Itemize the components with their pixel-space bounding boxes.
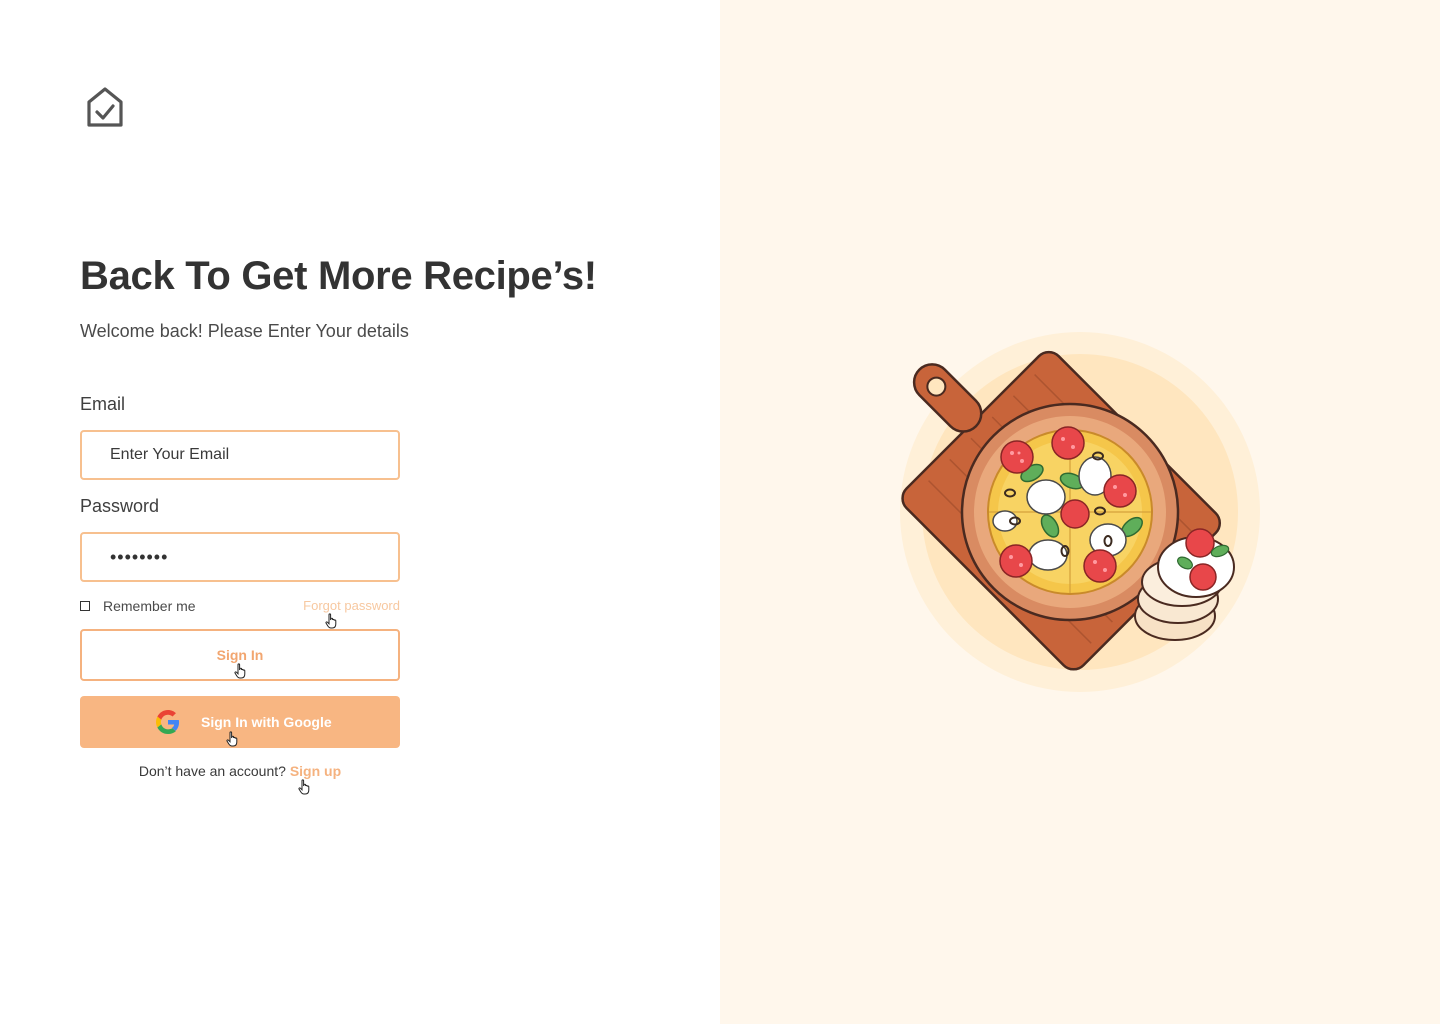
email-field[interactable] (80, 430, 400, 480)
page-subtitle: Welcome back! Please Enter Your details (80, 321, 409, 341)
sign-in-button[interactable]: Sign In (80, 629, 400, 681)
remember-label: Remember me (103, 598, 196, 614)
signup-prompt-text: Don’t have an account? (138, 763, 286, 779)
password-field[interactable] (80, 532, 400, 582)
signup-prompt: Don’t have an account? Sign up (80, 763, 400, 779)
password-label: Password (80, 496, 160, 516)
google-icon (156, 710, 180, 734)
page-title: Back To Get More Recipe’s! (80, 254, 597, 298)
login-panel: Back To Get More Recipe’s! Welcome back!… (0, 0, 720, 1024)
google-button-label: Sign In with Google (201, 714, 332, 730)
home-check-icon[interactable] (86, 86, 124, 128)
pizza-board-illustration (900, 332, 1260, 692)
hand-cursor-icon (298, 779, 310, 795)
sign-up-link[interactable]: Sign up (290, 763, 341, 779)
illustration-panel (720, 0, 1440, 1024)
remember-row: Remember me Forgot password (80, 598, 400, 616)
forgot-password-link[interactable]: Forgot password (303, 598, 400, 613)
remember-checkbox[interactable] (80, 601, 90, 611)
google-sign-in-button[interactable]: Sign In with Google (80, 696, 400, 748)
email-label: Email (80, 394, 126, 414)
